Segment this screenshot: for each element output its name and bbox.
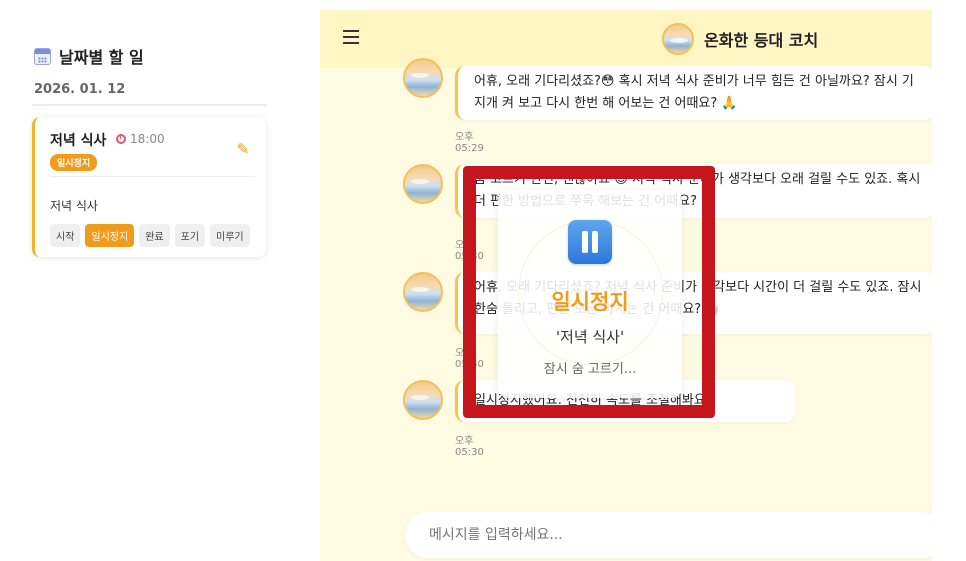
task-card[interactable]: 저녁 식사 18:00 일시정지 ✎ 저녁 식사 시작 일시정지 완료 포기 미…	[32, 117, 266, 257]
status-badge: 일시정지	[50, 154, 98, 171]
edit-pencil-icon[interactable]: ✎	[235, 141, 251, 157]
coach-avatar	[662, 23, 694, 55]
calendar-icon	[34, 47, 51, 65]
task-sidebar: 날짜별 할 일 2026. 01. 12 저녁 식사 18:00 일시정지 ✎ …	[0, 0, 300, 561]
divider	[50, 176, 255, 177]
sidebar-title-text: 날짜별 할 일	[59, 48, 144, 67]
complete-button[interactable]: 완료	[139, 224, 170, 247]
task-description: 저녁 식사	[50, 199, 98, 213]
coach-avatar	[403, 58, 443, 98]
divider	[32, 104, 267, 106]
message-input[interactable]	[405, 512, 932, 558]
chat-header: 온화한 등대 코치	[320, 10, 932, 68]
task-alarm: 18:00	[116, 132, 165, 146]
pause-subtitle: 잠시 숨 고르기...	[543, 362, 637, 377]
postpone-button[interactable]: 미루기	[210, 224, 250, 247]
selected-date: 2026. 01. 12	[34, 82, 126, 97]
give-up-button[interactable]: 포기	[174, 224, 206, 247]
alarm-clock-icon	[116, 134, 126, 144]
coach-title: 온화한 등대 코치	[662, 23, 818, 55]
start-button[interactable]: 시작	[50, 224, 81, 247]
task-action-buttons: 시작 일시정지 완료 포기 미루기	[50, 224, 250, 247]
message-time: 오후 05:30	[455, 348, 484, 370]
task-name: 저녁 식사	[50, 133, 107, 149]
pause-button[interactable]: 일시정지	[85, 224, 135, 247]
sidebar-title: 날짜별 할 일	[34, 44, 144, 68]
coach-avatar	[403, 164, 443, 204]
pause-icon	[568, 220, 612, 264]
message-time: 오후 05:29	[455, 132, 484, 154]
coach-name: 온화한 등대 코치	[704, 31, 819, 50]
message-bubble: 어휴, 오래 기다리셨죠?😳 혹시 저녁 식사 준비가 너무 힘든 건 아닐까요…	[455, 66, 932, 120]
coach-avatar	[403, 380, 443, 420]
alarm-time: 18:00	[130, 132, 165, 146]
coach-avatar	[403, 272, 443, 312]
message-time: 오후 05:30	[455, 436, 484, 458]
hamburger-menu-icon[interactable]	[343, 30, 359, 46]
pause-overlay[interactable]: 일시정지 '저녁 식사' 잠시 숨 고르기...	[498, 190, 682, 398]
paused-task-name: '저녁 식사'	[555, 328, 625, 346]
pause-title: 일시정지	[551, 290, 629, 314]
message-time: 오후 05:30	[455, 240, 484, 262]
